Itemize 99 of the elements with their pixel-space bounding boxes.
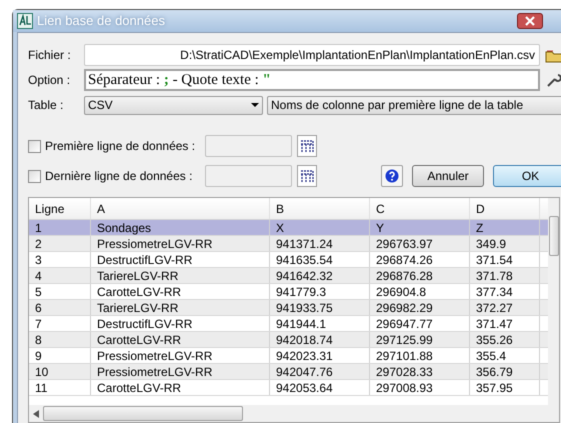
table-cell: DestructifLGV-RR — [91, 252, 270, 267]
table-cell: 942023.31 — [270, 348, 370, 363]
scrollbar-thumb[interactable] — [548, 216, 558, 256]
table-cell: 6 — [29, 300, 91, 315]
horizontal-scrollbar[interactable] — [29, 405, 548, 422]
row-number-field[interactable] — [205, 165, 292, 187]
table-cell: Z — [470, 220, 540, 235]
table-cell: 942047.76 — [270, 364, 370, 379]
dropdown-arrow-icon — [251, 103, 259, 107]
checkbox-label: Première ligne de données : — [45, 138, 196, 155]
help-icon — [385, 169, 399, 183]
table-cell: PressiometreLGV-RR — [91, 364, 270, 379]
table-row[interactable]: 10 PressiometreLGV-RR 942047.76 297028.33 356.79 — [29, 364, 548, 380]
column-header[interactable]: Ligne — [29, 198, 91, 219]
table-cell: 371.47 — [470, 316, 540, 331]
table-cell: 941779.3 — [270, 284, 370, 299]
close-icon[interactable] — [525, 16, 535, 26]
table-cell: 296982.29 — [370, 300, 470, 315]
file-path-field[interactable]: D:\StratiCAD\Exemple\ImplantationEnPlan\ImplantationEnPlan.csv — [84, 44, 540, 66]
table-cell: 356.79 — [470, 364, 540, 379]
column-header[interactable]: B — [270, 198, 370, 219]
table-cell: 4 — [29, 268, 91, 283]
table-row[interactable]: 1 Sondages X Y Z — [29, 220, 548, 236]
column-header[interactable]: A — [91, 198, 270, 219]
table-cell: TariereLGV-RR — [91, 268, 270, 283]
table-cell: 7 — [29, 316, 91, 331]
table-cell: CarotteLGV-RR — [91, 332, 270, 347]
table-cell: CarotteLGV-RR — [91, 284, 270, 299]
field-label: Option : — [28, 72, 72, 89]
table-cell: 296763.97 — [370, 236, 470, 251]
table-cell: 296874.26 — [370, 252, 470, 267]
table-cell: DestructifLGV-RR — [91, 316, 270, 331]
table-cell: 3 — [29, 252, 91, 267]
table-cell: 371.54 — [470, 252, 540, 267]
table-cell: 941933.75 — [270, 300, 370, 315]
table-row[interactable]: 3 DestructifLGV-RR 941635.54 296874.26 371.54 — [29, 252, 548, 268]
row-number-field[interactable] — [205, 135, 292, 157]
table-cell: 1 — [29, 220, 91, 235]
checkbox[interactable] — [28, 170, 41, 182]
pick-row-button[interactable] — [297, 135, 317, 157]
table-cell: 371.78 — [470, 268, 540, 283]
table-cell: X — [270, 220, 370, 235]
table-cell: PressiometreLGV-RR — [91, 236, 270, 251]
table-cell: 941635.54 — [270, 252, 370, 267]
table-cell: 357.95 — [470, 380, 540, 395]
cancel-button[interactable]: Annuler — [412, 165, 484, 187]
table-cell: 349.9 — [470, 236, 540, 251]
pick-row-button[interactable] — [297, 165, 317, 187]
table-cell: TariereLGV-RR — [91, 300, 270, 315]
table-cell: Sondages — [91, 220, 270, 235]
table-cell: Y — [370, 220, 470, 235]
table-cell: 297008.93 — [370, 380, 470, 395]
table-row[interactable]: 9 PressiometreLGV-RR 942023.31 297101.88 355.4 — [29, 348, 548, 364]
vertical-scrollbar[interactable] — [548, 198, 559, 422]
checkbox[interactable] — [28, 140, 41, 152]
column-header[interactable]: C — [370, 198, 470, 219]
table-dropdown[interactable]: CSV — [84, 96, 263, 114]
option-field[interactable]: Séparateur : ; - Quote texte : " — [84, 69, 540, 91]
field-label: Fichier : — [28, 47, 72, 64]
table-cell: 297028.33 — [370, 364, 470, 379]
window-title: Lien base de données — [37, 12, 165, 30]
table-cell: 11 — [29, 380, 91, 395]
table-cell: 297101.88 — [370, 348, 470, 363]
app-icon — [17, 13, 33, 29]
table-cell: 296876.28 — [370, 268, 470, 283]
table-cell: 942053.64 — [270, 380, 370, 395]
table-cell: 296904.8 — [370, 284, 470, 299]
table-row[interactable]: 2 PressiometreLGV-RR 941371.24 296763.97 349.9 — [29, 236, 548, 252]
table-cell: 5 — [29, 284, 91, 299]
table-cell: 10 — [29, 364, 91, 379]
table-row[interactable]: 6 TariereLGV-RR 941933.75 296982.29 372.27 — [29, 300, 548, 316]
help-button[interactable] — [381, 165, 403, 187]
table-cell: 372.27 — [470, 300, 540, 315]
scrollbar-thumb[interactable] — [43, 406, 243, 421]
table-cell: 296947.77 — [370, 316, 470, 331]
ok-button[interactable]: OK — [493, 165, 561, 187]
scroll-left-icon[interactable] — [33, 410, 39, 418]
table-cell: CarotteLGV-RR — [91, 380, 270, 395]
table-row[interactable]: 4 TariereLGV-RR 941642.32 296876.28 371.78 — [29, 268, 548, 284]
table-row[interactable]: 8 CarotteLGV-RR 942018.74 297125.99 355.26 — [29, 332, 548, 348]
table-cell: 942018.74 — [270, 332, 370, 347]
table-row[interactable]: 7 DestructifLGV-RR 941944.1 296947.77 371.47 — [29, 316, 548, 332]
table-cell: 2 — [29, 236, 91, 251]
table-cell: 8 — [29, 332, 91, 347]
field-label: Table : — [28, 97, 64, 114]
table-cell: 941642.32 — [270, 268, 370, 283]
table-cell: 355.26 — [470, 332, 540, 347]
header-mode-dropdown[interactable]: Noms de colonne par première ligne de la table — [267, 96, 561, 114]
table-cell: 9 — [29, 348, 91, 363]
table-cell: 355.4 — [470, 348, 540, 363]
table-cell: 297125.99 — [370, 332, 470, 347]
table-cell: 941944.1 — [270, 316, 370, 331]
checkbox-label: Dernière ligne de données : — [45, 168, 194, 185]
table-cell: 377.34 — [470, 284, 540, 299]
column-header[interactable]: D — [470, 198, 540, 219]
table-cell: PressiometreLGV-RR — [91, 348, 270, 363]
table-row[interactable]: 11 CarotteLGV-RR 942053.64 297008.93 357.95 — [29, 380, 548, 396]
table-row[interactable]: 5 CarotteLGV-RR 941779.3 296904.8 377.34 — [29, 284, 548, 300]
table-cell: 941371.24 — [270, 236, 370, 251]
